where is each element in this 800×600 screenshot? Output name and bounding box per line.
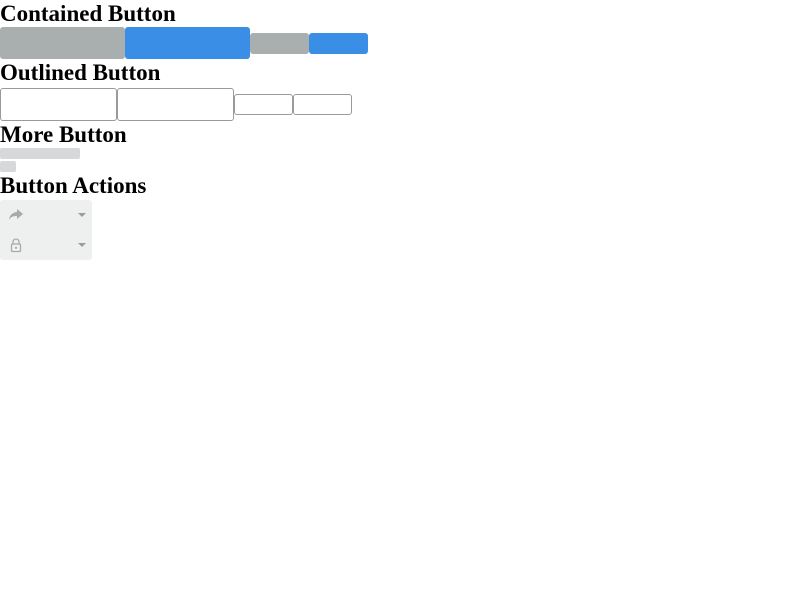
contained-gray-small-button[interactable] <box>250 32 309 54</box>
contained-button-row <box>0 27 800 59</box>
more-button-small[interactable] <box>0 161 16 172</box>
more-button-bar[interactable] <box>0 148 80 159</box>
share-action-button[interactable] <box>0 200 92 230</box>
contained-blue-small-button[interactable] <box>309 32 368 54</box>
page-root: Contained Button Outlined Button More Bu… <box>0 0 800 600</box>
lock-icon <box>8 237 24 253</box>
contained-button-heading: Contained Button <box>0 1 176 26</box>
outlined-large-button-1[interactable] <box>0 87 117 121</box>
more-button-group <box>0 148 800 172</box>
contained-blue-large-button[interactable] <box>125 27 250 59</box>
more-button-heading: More Button <box>0 122 127 147</box>
button-actions-heading: Button Actions <box>0 173 147 198</box>
lock-action-button[interactable] <box>0 230 92 260</box>
contained-gray-large-button[interactable] <box>0 27 125 59</box>
outlined-button-heading: Outlined Button <box>0 60 161 85</box>
caret-down-icon[interactable] <box>78 213 86 217</box>
share-forward-icon <box>8 207 24 223</box>
outlined-large-button-2[interactable] <box>117 87 234 121</box>
outlined-button-row <box>0 87 800 121</box>
outlined-small-button-1[interactable] <box>234 93 293 115</box>
outlined-small-button-2[interactable] <box>293 93 352 115</box>
caret-down-icon[interactable] <box>78 243 86 247</box>
button-actions-group <box>0 200 800 260</box>
